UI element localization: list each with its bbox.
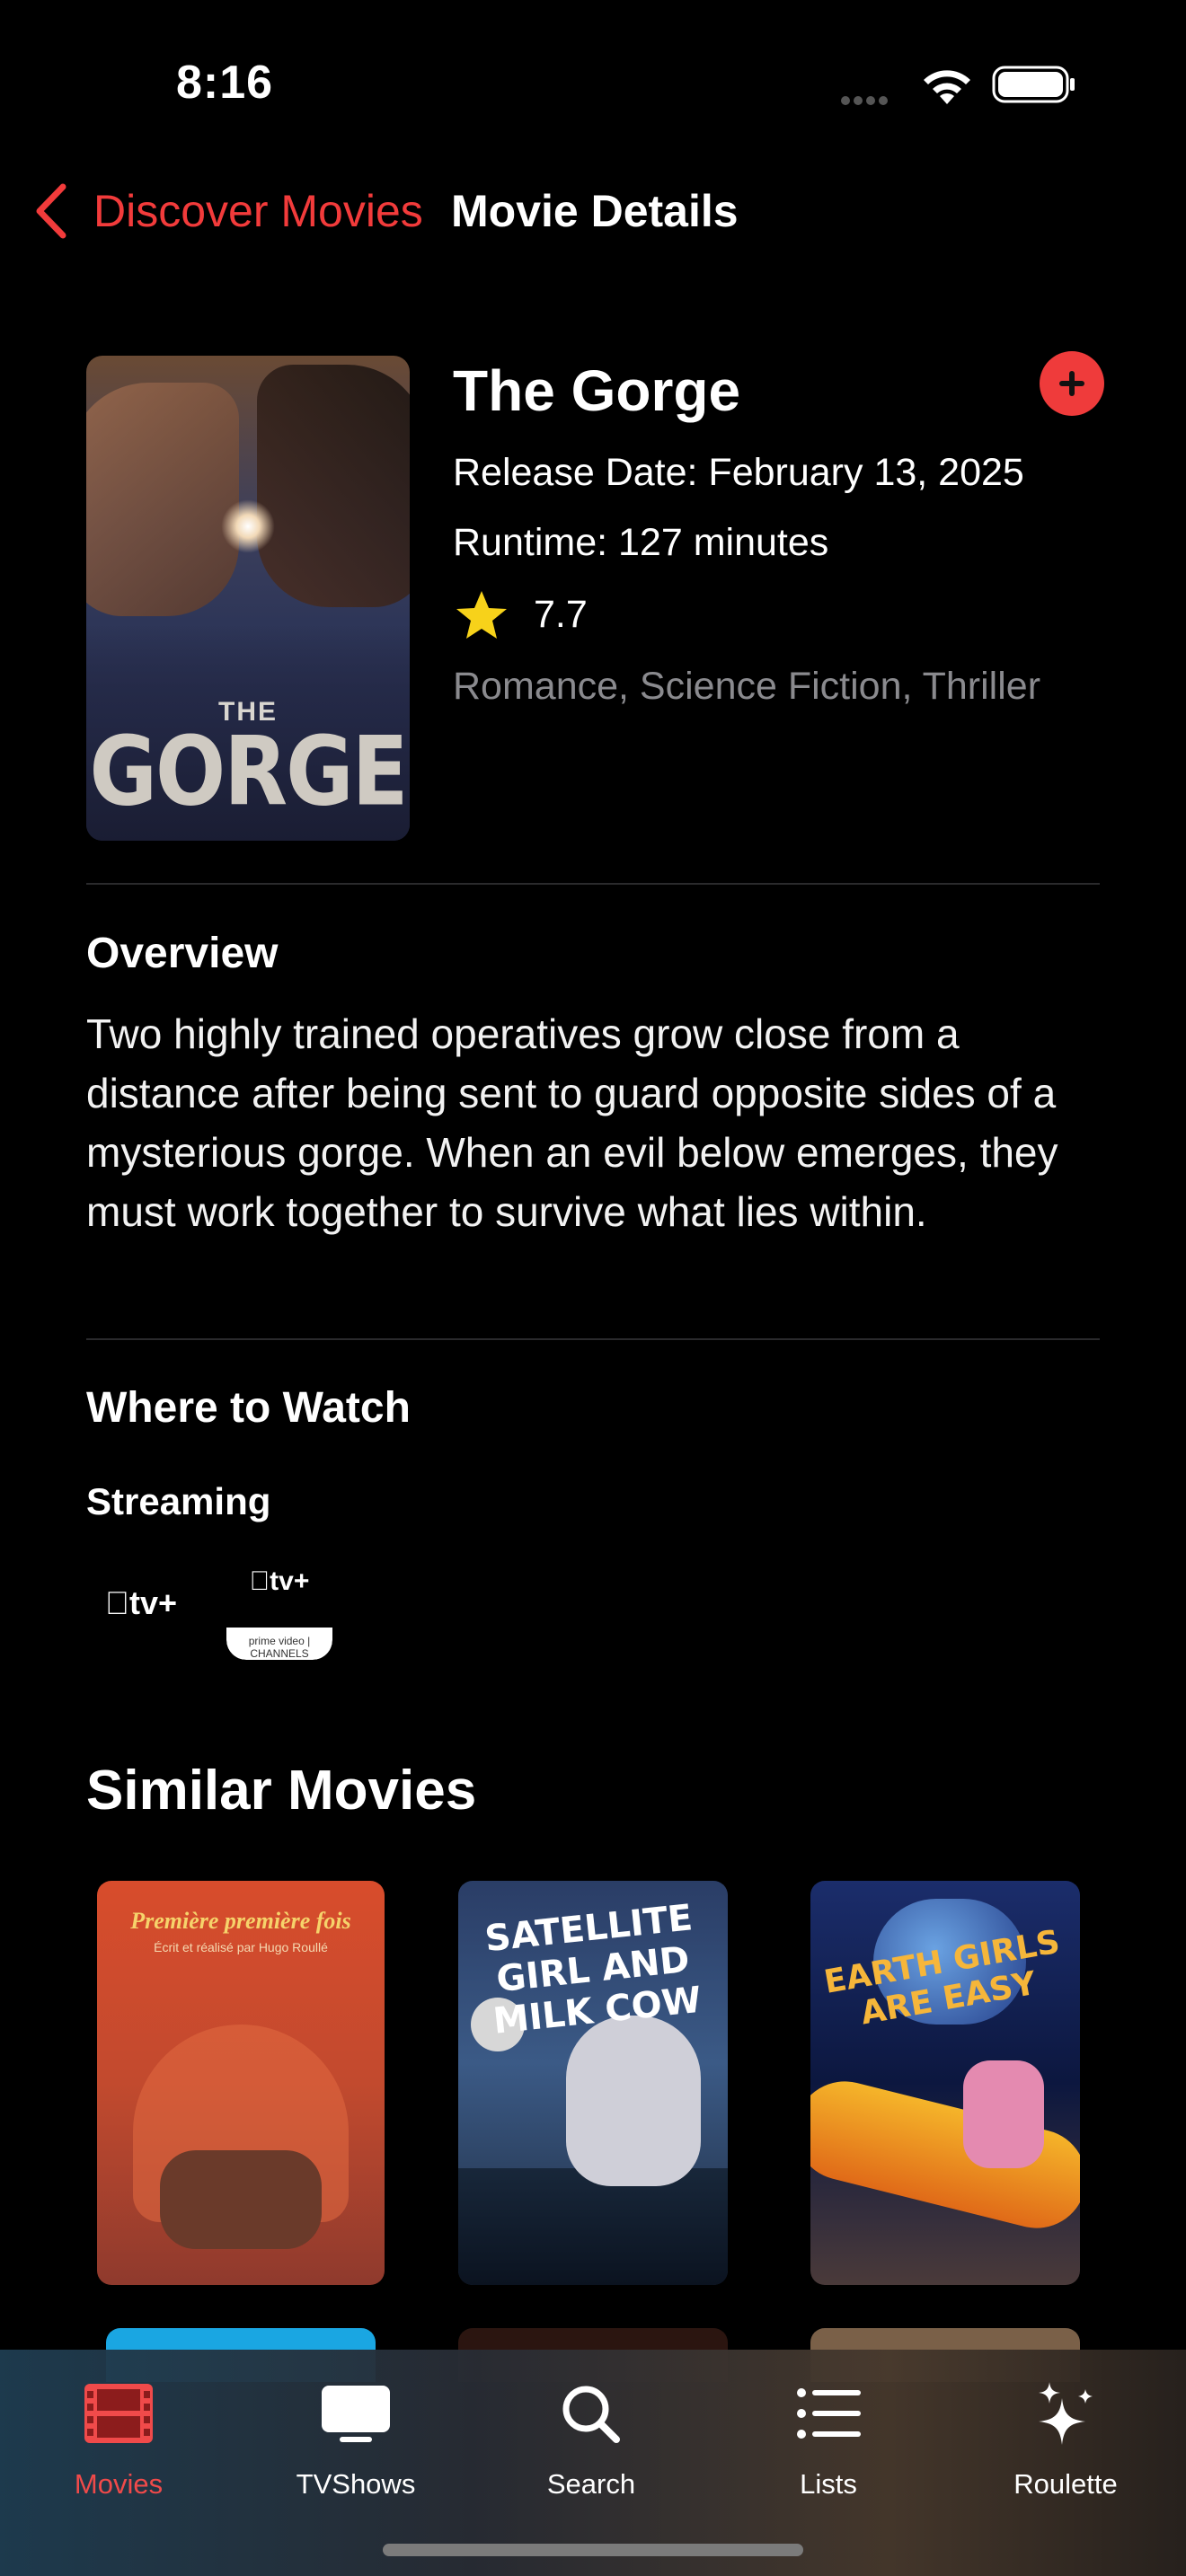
release-date: Release Date: February 13, 2025	[453, 451, 1024, 494]
poster-title-large: GORGE	[89, 716, 409, 828]
runtime: Runtime: 127 minutes	[453, 521, 829, 564]
tv-icon	[322, 2386, 390, 2442]
tab-roulette[interactable]: Roulette	[970, 2369, 1150, 2504]
streaming-heading: Streaming	[86, 1480, 271, 1522]
sparkles-icon	[1039, 2382, 1093, 2445]
similar-movie-poster[interactable]: SATELLITE GIRL AND MILK COW	[458, 1881, 728, 2285]
tab-search[interactable]: Search	[496, 2369, 676, 2504]
movie-title: The Gorge	[453, 358, 741, 423]
similar-movie-poster[interactable]: Première première fois Écrit et réalisé …	[97, 1881, 385, 2285]
overview-heading: Overview	[86, 930, 279, 977]
tab-bar: Movies TVShows Search Lists Roulette	[0, 2350, 1186, 2576]
page-title: Movie Details	[451, 186, 739, 236]
tab-lists[interactable]: Lists	[733, 2369, 913, 2504]
tab-label: TVShows	[296, 2468, 416, 2500]
list-icon	[797, 2388, 861, 2439]
cellular-dots-icon	[841, 93, 900, 105]
provider-label: tv+	[250, 1566, 310, 1596]
similar-movies-heading: Similar Movies	[86, 1760, 477, 1822]
tab-movies[interactable]: Movies	[23, 2369, 203, 2504]
add-to-list-button[interactable]	[1040, 351, 1104, 416]
genres: Romance, Science Fiction, Thriller	[453, 665, 1041, 708]
divider	[86, 883, 1100, 885]
divider	[86, 1338, 1100, 1340]
tab-tvshows[interactable]: TVShows	[261, 2369, 440, 2504]
chevron-left-icon[interactable]	[31, 180, 72, 243]
status-time: 8:16	[176, 57, 274, 109]
overview-text: Two highly trained operatives grow close…	[86, 1010, 1058, 1235]
poster-title: SATELLITE GIRL AND MILK COW	[482, 1897, 704, 2042]
poster-title: Première première fois	[130, 1908, 351, 1934]
provider-label: tv+	[105, 1584, 177, 1621]
tab-label: Roulette	[1013, 2468, 1118, 2500]
star-icon	[456, 591, 507, 639]
battery-icon	[992, 66, 1075, 103]
wifi-icon	[924, 70, 970, 104]
tab-label: Lists	[800, 2468, 857, 2500]
provider-sublabel: prime video | CHANNELS	[248, 1635, 311, 1660]
search-icon	[562, 2386, 620, 2443]
provider-apple-tv[interactable]: tv+	[88, 1554, 194, 1660]
movie-poster: THE GORGE	[86, 356, 410, 841]
provider-apple-tv-prime-channel[interactable]: tv+ prime video | CHANNELS	[226, 1554, 332, 1660]
tab-label: Search	[546, 2468, 636, 2500]
rating-value: 7.7	[534, 593, 588, 636]
home-indicator	[383, 2544, 803, 2556]
back-button[interactable]: Discover Movies	[93, 185, 423, 237]
film-icon	[84, 2384, 153, 2443]
similar-movie-poster[interactable]: EARTH GIRLS ARE EASY	[810, 1881, 1080, 2285]
where-to-watch-heading: Where to Watch	[86, 1384, 411, 1432]
tab-label: Movies	[74, 2468, 164, 2500]
poster-subtitle: Écrit et réalisé par Hugo Roullé	[154, 1940, 328, 1954]
